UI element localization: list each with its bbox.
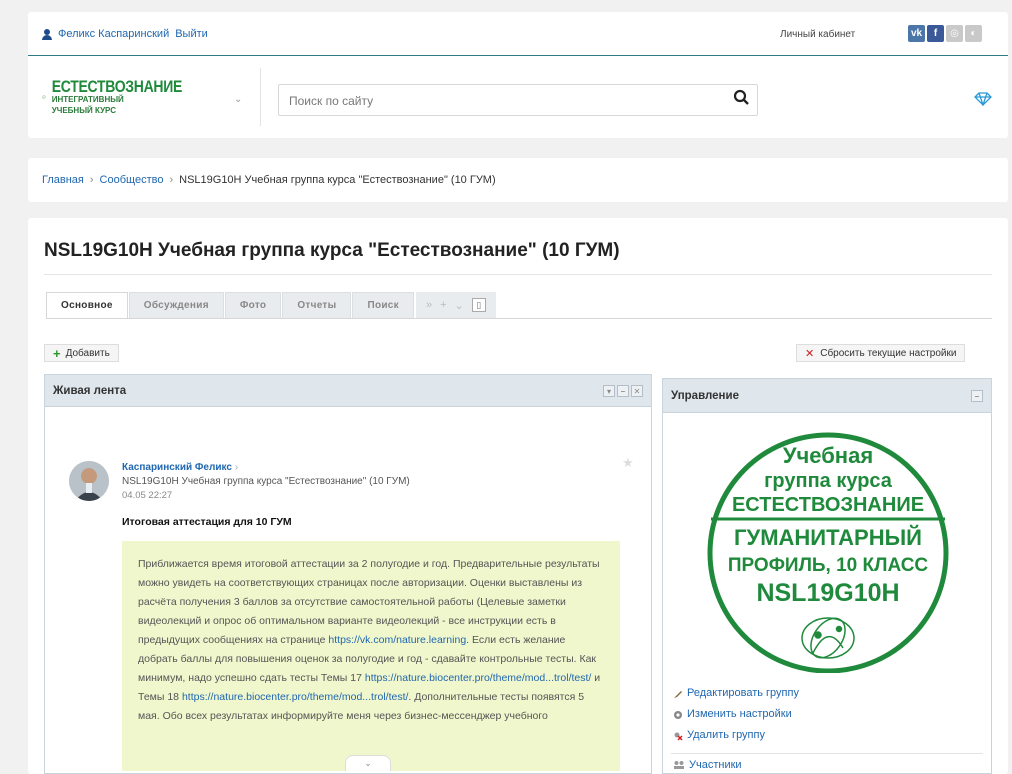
close-icon[interactable]: ✕ (631, 385, 643, 397)
add-button-label: Добавить (65, 347, 110, 359)
svg-text:ГУМАНИТАРНЫЙ: ГУМАНИТАРНЫЙ (734, 525, 922, 550)
feed-post: Каспаринский Феликс › NSL19G10H Учебная г… (45, 407, 651, 773)
header-divider (28, 55, 1008, 56)
facebook-icon[interactable]: f (927, 25, 944, 42)
page-title: NSL19G10H Учебная группа курса "Естество… (44, 240, 620, 261)
logo-title: ЕСТЕСТВОЗНАНИЕ (51, 76, 183, 96)
gear-icon (674, 710, 682, 719)
breadcrumb-home[interactable]: Главная (42, 174, 84, 186)
delete-group-link[interactable]: Удалить группу (673, 725, 799, 746)
user-name-link[interactable]: Феликс Каспаринский (58, 28, 169, 40)
breadcrumb-community[interactable]: Сообщество (100, 174, 164, 186)
personal-cabinet-link[interactable]: Личный кабинет (780, 29, 855, 40)
social-links: vk f ◎ ◐ (908, 25, 982, 42)
change-settings-link[interactable]: Изменить настройки (673, 704, 799, 725)
instagram-icon[interactable]: ◎ (946, 25, 963, 42)
tab-dropdown-icon[interactable]: ⌄ (455, 299, 464, 312)
header-separator (260, 68, 261, 126)
logo-subtitle-1: ИНТЕГРАТИВНЫЙ (51, 95, 124, 104)
vk-icon[interactable]: vk (908, 25, 925, 42)
star-icon[interactable]: ★ (622, 455, 634, 471)
group-stamp-logo: Учебная группа курса ЕСТЕСТВОЗНАНИЕ ГУМА… (707, 432, 949, 673)
collapse-menu-icon[interactable]: ▾ (603, 385, 615, 397)
post-group: NSL19G10H Учебная группа курса "Естество… (122, 476, 410, 487)
control-links: Редактировать группу Изменить настройки … (673, 683, 799, 746)
control-divider (671, 753, 983, 754)
live-feed-panel: Живая лента ▾ – ✕ Каспаринский Феликс › N… (44, 374, 652, 774)
svg-text:ЕСТЕСТВОЗНАНИЕ: ЕСТЕСТВОЗНАНИЕ (732, 494, 924, 516)
user-bar: Феликс Каспаринский Выйти (42, 28, 208, 40)
edit-group-link[interactable]: Редактировать группу (673, 683, 799, 704)
control-title: Управление (671, 389, 739, 402)
tab-discussions[interactable]: Обсуждения (128, 292, 224, 318)
chevron-down-icon[interactable]: ⌄ (234, 94, 242, 105)
control-panel: Управление – Учебная группа курса ЕСТЕСТ… (662, 378, 992, 774)
logo-subtitle-2: УЧЕБНЫЙ КУРС (51, 106, 116, 115)
live-feed-title: Живая лента (53, 384, 127, 397)
edit-icon (674, 690, 682, 698)
avatar[interactable] (69, 461, 109, 501)
members-link[interactable]: Участники (673, 759, 742, 771)
users-icon (674, 761, 684, 769)
site-logo[interactable]: ЕСТЕСТВОЗНАНИЕ ИНТЕГРАТИВНЫЙ УЧЕБНЫЙ КУР… (42, 74, 182, 120)
odnoklassniki-icon[interactable]: ◐ (965, 25, 982, 42)
svg-text:группа курса: группа курса (764, 470, 893, 492)
tab-search[interactable]: Поиск (352, 292, 414, 318)
post-body: Приближается время итоговой аттестации з… (122, 541, 620, 771)
svg-text:Учебная: Учебная (783, 443, 873, 468)
minimize-icon[interactable]: – (617, 385, 629, 397)
expand-post-button[interactable]: ⌄ (345, 755, 391, 771)
search-icon[interactable] (732, 88, 752, 108)
main-content: NSL19G10H Учебная группа курса "Естество… (28, 218, 1008, 774)
diamond-icon[interactable] (974, 92, 992, 106)
svg-text:NSL19G10H: NSL19G10H (756, 579, 899, 607)
breadcrumb-current: NSL19G10H Учебная группа курса "Естество… (179, 174, 496, 186)
reset-settings-button[interactable]: ✕ Сбросить текущие настройки (796, 344, 966, 362)
search-input[interactable]: Поиск по сайту (278, 84, 758, 116)
live-feed-header: Живая лента ▾ – ✕ (45, 375, 651, 407)
breadcrumb-card: Главная › Сообщество › NSL19G10H Учебная гру… (28, 158, 1008, 202)
post-date: 04.05 22:27 (122, 490, 173, 501)
tab-main[interactable]: Основное (46, 292, 128, 318)
post-link-test-18[interactable]: https://nature.biocenter.pro/theme/mod..… (182, 691, 408, 703)
plus-icon: + (53, 345, 61, 361)
tabs-divider (46, 318, 992, 319)
close-icon: ✕ (805, 347, 815, 360)
logo-emblem-icon (42, 95, 46, 99)
tab-photo[interactable]: Фото (224, 292, 282, 318)
delete-icon (674, 732, 683, 741)
post-author[interactable]: Каспаринский Феликс › (122, 462, 238, 473)
post-title: Итоговая аттестация для 10 ГУМ (122, 516, 292, 528)
tab-tools: » + ⌄ ▯ (415, 292, 496, 318)
add-button[interactable]: + Добавить (44, 344, 119, 362)
breadcrumb: Главная › Сообщество › NSL19G10H Учебная гру… (42, 174, 496, 186)
minimize-icon[interactable]: – (971, 390, 983, 402)
more-tabs-icon[interactable]: » (426, 299, 432, 311)
chevron-right-icon: › (234, 462, 239, 473)
user-icon (42, 28, 52, 40)
add-tab-icon[interactable]: + (440, 299, 446, 311)
svg-text:ПРОФИЛЬ, 10 КЛАСС: ПРОФИЛЬ, 10 КЛАСС (728, 555, 929, 576)
control-header: Управление – (663, 379, 991, 413)
post-link-vk[interactable]: https://vk.com/nature.learning (328, 634, 466, 646)
site-header: Феликс Каспаринский Выйти Личный кабинет… (28, 12, 1008, 138)
post-link-test-17[interactable]: https://nature.biocenter.pro/theme/mod..… (365, 672, 591, 684)
logout-link[interactable]: Выйти (175, 28, 208, 40)
tab-settings-icon[interactable]: ▯ (471, 298, 486, 312)
title-divider (44, 274, 992, 275)
tab-bar: Основное Обсуждения Фото Отчеты Поиск » … (46, 292, 496, 318)
reset-button-label: Сбросить текущие настройки (820, 347, 957, 359)
tab-reports[interactable]: Отчеты (282, 292, 352, 318)
